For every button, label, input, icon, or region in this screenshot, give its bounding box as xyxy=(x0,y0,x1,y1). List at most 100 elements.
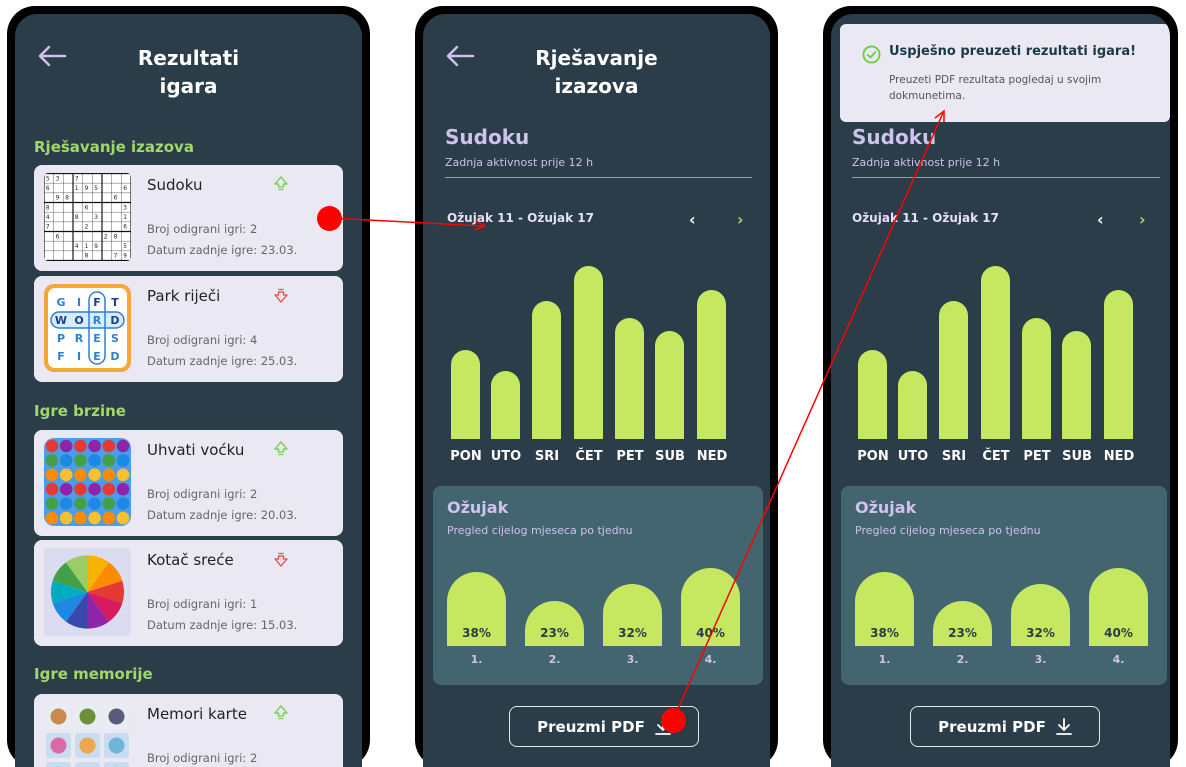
chevron-left-icon[interactable]: ‹ xyxy=(1097,210,1104,229)
word-search-letter: O xyxy=(74,314,83,327)
fruit-icon xyxy=(74,454,87,467)
svg-text:2: 2 xyxy=(104,234,108,240)
game-title: Sudoku xyxy=(445,125,530,149)
fruit-icon xyxy=(59,439,73,453)
page-title: Rezultati igara xyxy=(15,44,362,100)
word-search-letter: G xyxy=(56,296,65,309)
memory-grid-icon xyxy=(46,704,129,767)
week-percent-label: 23% xyxy=(540,626,569,640)
sudoku-stats-screen: Rješavanje izazova Sudoku Zadnja aktivno… xyxy=(423,14,770,767)
trend-down-icon xyxy=(274,552,288,567)
svg-text:9: 9 xyxy=(94,244,98,250)
page-title: Rješavanje izazova xyxy=(423,44,770,100)
bar-NED xyxy=(1104,290,1133,439)
fruit-icon xyxy=(116,482,130,496)
word-search-letter: W xyxy=(55,314,67,327)
fruit-icon xyxy=(74,497,87,510)
chevron-right-icon[interactable]: › xyxy=(737,210,744,229)
fruit-icon xyxy=(59,454,73,467)
week-percent-label: 23% xyxy=(948,626,977,640)
week-percent-label: 32% xyxy=(1026,626,1055,640)
bar-SRI xyxy=(532,301,561,439)
fruit-icon xyxy=(59,482,73,496)
download-pdf-label: Preuzmi PDF xyxy=(537,717,645,736)
games-played: Broj odigrani igri: 2 xyxy=(147,751,258,765)
word-search-board: GIFTWORDPRESFIED xyxy=(48,288,127,368)
svg-text:6: 6 xyxy=(123,225,127,231)
game-name: Sudoku xyxy=(147,176,203,194)
svg-text:3: 3 xyxy=(56,176,60,182)
success-toast[interactable]: Uspješno preuzeti rezultati igara! Preuz… xyxy=(840,24,1170,122)
toast-message: Preuzeti PDF rezultata pogledaj u svojim… xyxy=(889,74,1102,102)
fruit-icon xyxy=(102,454,116,467)
fruit-icon xyxy=(102,439,116,453)
day-label: UTO xyxy=(490,449,522,464)
week-number-label: 3. xyxy=(1034,653,1047,666)
trend-up-icon xyxy=(274,176,288,191)
download-pdf-button[interactable]: Preuzmi PDF xyxy=(910,706,1100,747)
word-search-letter: R xyxy=(93,314,102,327)
svg-text:4: 4 xyxy=(46,215,50,221)
catch-fruit-thumbnail xyxy=(44,438,131,526)
week-bar-2: 23% xyxy=(933,601,992,646)
bar-SUB xyxy=(1062,331,1091,439)
week-number-label: 4. xyxy=(704,653,717,666)
chevron-left-icon[interactable]: ‹ xyxy=(689,210,696,229)
game-card-catch-fruit[interactable]: Uhvati voćku Broj odigrani igri: 2 Datum… xyxy=(34,430,343,536)
fruit-icon xyxy=(74,439,87,453)
week-bar-3: 32% xyxy=(603,584,662,646)
svg-text:7: 7 xyxy=(46,225,50,231)
day-label: SUB xyxy=(655,449,685,464)
week-percent-label: 40% xyxy=(696,626,725,640)
svg-text:6: 6 xyxy=(123,186,127,192)
chevron-right-icon[interactable]: › xyxy=(1139,210,1146,229)
word-search-letter: F xyxy=(93,296,101,309)
day-label: SUB xyxy=(1062,449,1092,464)
fruit-icon xyxy=(102,468,116,482)
svg-text:3: 3 xyxy=(123,205,127,211)
bar-UTO xyxy=(898,371,927,439)
bar-SUB xyxy=(655,331,684,439)
section-title-memory: Igre memorije xyxy=(34,665,153,683)
word-search-letter: E xyxy=(93,332,101,345)
svg-text:6: 6 xyxy=(85,205,89,211)
week-number-label: 2. xyxy=(956,653,969,666)
fruit-icon xyxy=(116,497,130,510)
week-percent-label: 32% xyxy=(618,626,647,640)
fruit-icon xyxy=(88,497,101,510)
fruit-icon xyxy=(45,497,59,510)
download-pdf-label: Preuzmi PDF xyxy=(938,717,1046,736)
memory-card-tile xyxy=(46,762,71,767)
bar-NED xyxy=(697,290,726,439)
fruit-icon xyxy=(88,454,101,467)
day-label: PET xyxy=(616,449,644,464)
page-title-line1: Rezultati xyxy=(137,46,240,70)
game-card-wheel-of-fortune[interactable]: Kotač sreće Broj odigrani igri: 1 Datum … xyxy=(34,540,343,646)
game-name: Park riječi xyxy=(147,287,221,305)
fruit-icon xyxy=(102,482,116,496)
svg-text:5: 5 xyxy=(123,244,127,250)
fruit-icon xyxy=(116,439,130,453)
monthly-overview-panel: Ožujak Pregled cijelog mjeseca po tjednu… xyxy=(841,486,1167,685)
last-played-date: Datum zadnje igre: 25.03. xyxy=(147,354,298,368)
day-label: PON xyxy=(450,449,482,464)
fruit-icon xyxy=(88,511,101,525)
fruit-icon xyxy=(59,468,73,482)
word-search-letter: D xyxy=(110,350,119,363)
sudoku-thumbnail: 5637195698686348317266284195879 xyxy=(44,173,131,261)
fruit-icon xyxy=(88,482,101,496)
divider xyxy=(852,177,1160,178)
week-percent-label: 40% xyxy=(1104,626,1133,640)
day-label: ČET xyxy=(575,449,603,464)
section-title-challenges: Rješavanje izazova xyxy=(34,138,194,156)
check-circle-icon xyxy=(862,45,881,64)
week-bar-4: 40% xyxy=(681,568,740,646)
game-card-sudoku[interactable]: 5637195698686348317266284195879 Sudoku B… xyxy=(34,165,343,271)
game-card-word-park[interactable]: GIFTWORDPRESFIED Park riječi Broj odigra… xyxy=(34,276,343,382)
word-search-thumbnail: GIFTWORDPRESFIED xyxy=(44,284,131,372)
fruit-icon xyxy=(102,511,116,525)
games-played: Broj odigrani igri: 4 xyxy=(147,333,258,347)
game-name: Uhvati voćku xyxy=(147,441,245,459)
section-title-speed: Igre brzine xyxy=(34,402,126,420)
game-card-memory-cards[interactable]: Memori karte Broj odigrani igri: 2 xyxy=(34,694,343,767)
